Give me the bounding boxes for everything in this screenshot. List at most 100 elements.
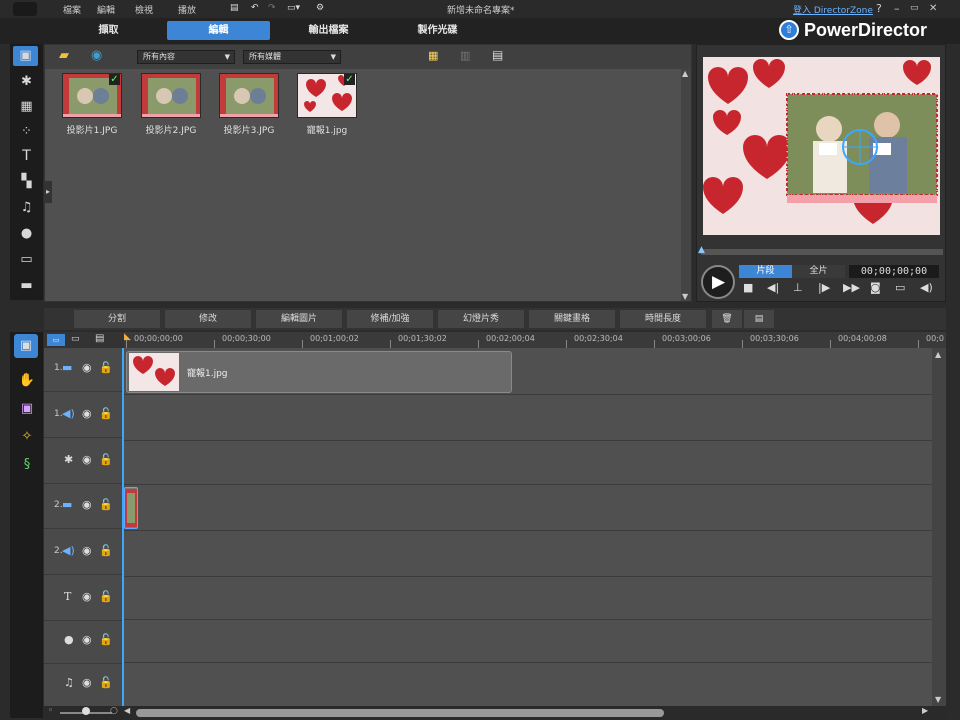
display-mode-icon[interactable]: ▭ <box>895 281 905 294</box>
split-button[interactable]: 分割 <box>74 310 160 328</box>
fix-enhance-button[interactable]: 修補/加強 <box>347 310 433 328</box>
media-thumbnail[interactable] <box>219 73 279 118</box>
menu-view[interactable]: 檢視 <box>135 3 153 16</box>
tab-edit[interactable]: 編輯 <box>167 21 270 40</box>
restore-button[interactable]: ▭ <box>910 3 919 13</box>
volume-icon[interactable]: ◀) <box>920 281 933 294</box>
voice-over-room-icon[interactable]: ● <box>16 226 37 242</box>
track-lane-audio-2[interactable] <box>124 531 932 577</box>
timeline-view-icon[interactable]: ▭ <box>47 334 65 346</box>
track-lane-music[interactable] <box>124 663 932 706</box>
magic-wand-icon[interactable]: ✧ <box>17 428 37 446</box>
media-thumbnail[interactable]: ✓ <box>62 73 122 118</box>
modify-button[interactable]: 修改 <box>165 310 251 328</box>
pip-designer-icon[interactable]: ▣ <box>17 400 37 418</box>
transition-room-icon[interactable]: ▚ <box>16 174 37 190</box>
eye-visibility-icon[interactable]: ◉ <box>82 361 92 374</box>
keyframe-button[interactable]: 關鍵畫格 <box>529 310 615 328</box>
zoom-in-icon[interactable]: ○ <box>110 706 118 716</box>
more-tools-icon[interactable]: ▤ <box>744 310 774 328</box>
timeline-ruler[interactable]: ◣ 00;00;00;00 00;00;30;00 00;01;00;02 00;01… <box>124 332 946 348</box>
content-filter-dropdown[interactable]: 所有內容 ▼ <box>137 50 235 64</box>
media-filter-dropdown[interactable]: 所有媒體 ▼ <box>243 50 341 64</box>
help-button[interactable]: ? <box>876 2 882 15</box>
duration-button[interactable]: 時間長度 <box>620 310 706 328</box>
timeline-clip[interactable]: 寵報1.jpg <box>126 351 512 393</box>
stop-icon[interactable]: ■ <box>743 281 753 294</box>
eye-visibility-icon[interactable]: ◉ <box>82 407 92 420</box>
scene-detect-icon[interactable]: ▥ <box>460 49 470 62</box>
directorzone-login-link[interactable]: 登入 DirectorZone <box>793 3 873 16</box>
timeline-mode-icon[interactable]: ▣ <box>14 334 38 358</box>
redo-icon[interactable]: ↷ <box>268 3 276 13</box>
lock-icon[interactable]: 🔓 <box>99 453 113 466</box>
next-frame-icon[interactable]: |▶ <box>818 281 830 294</box>
track-manager-icon[interactable]: ▤ <box>95 333 104 344</box>
split-marker-icon[interactable]: ⊥ <box>793 281 803 294</box>
eye-visibility-icon[interactable]: ◉ <box>82 633 92 646</box>
track-lane-title[interactable] <box>124 577 932 620</box>
lock-icon[interactable]: 🔓 <box>99 361 113 374</box>
scroll-right-icon[interactable]: ▶ <box>922 706 928 715</box>
eye-visibility-icon[interactable]: ◉ <box>82 590 92 603</box>
media-thumbnail[interactable] <box>141 73 201 118</box>
undo-icon[interactable]: ↶ <box>251 3 259 13</box>
playhead-line[interactable] <box>122 348 124 706</box>
zoom-out-icon[interactable]: ◦ <box>48 706 53 716</box>
menu-edit[interactable]: 編輯 <box>97 3 115 16</box>
eye-visibility-icon[interactable]: ◉ <box>82 544 92 557</box>
pip-objects-room-icon[interactable]: ▦ <box>16 99 37 115</box>
previous-frame-icon[interactable]: ◀| <box>767 281 779 294</box>
subtitle-room-icon[interactable]: ▬ <box>16 278 37 294</box>
lock-icon[interactable]: 🔓 <box>99 544 113 557</box>
eye-visibility-icon[interactable]: ◉ <box>82 453 92 466</box>
play-button[interactable]: ▶ <box>701 265 735 299</box>
track-lane-video-2[interactable] <box>124 485 932 531</box>
minimize-button[interactable]: – <box>894 2 900 15</box>
timecode-display[interactable]: 00;00;00;00 <box>849 265 939 278</box>
scroll-down-icon[interactable]: ▼ <box>682 292 688 301</box>
chapter-room-icon[interactable]: ▭ <box>16 252 37 268</box>
edit-image-button[interactable]: 編輯圖片 <box>256 310 342 328</box>
scroll-up-icon[interactable]: ▲ <box>935 350 941 359</box>
collapse-rail-handle[interactable]: ▸ <box>44 181 52 203</box>
trash-icon[interactable]: 🗑 <box>712 310 742 328</box>
scroll-up-icon[interactable]: ▲ <box>682 69 688 78</box>
menu-play[interactable]: 播放 <box>178 3 196 16</box>
zoom-slider-thumb[interactable] <box>82 707 90 715</box>
save-icon[interactable]: ▤ <box>230 3 239 13</box>
scroll-left-icon[interactable]: ◀ <box>124 706 130 715</box>
title-room-icon[interactable]: T <box>16 148 37 164</box>
settings-gear-icon[interactable]: ⚙ <box>316 3 324 13</box>
lock-icon[interactable]: 🔓 <box>99 498 113 511</box>
track-lane-voice[interactable] <box>124 620 932 663</box>
menu-file[interactable]: 檔案 <box>63 3 81 16</box>
timeline-scrollbar[interactable]: ▲ ▼ <box>932 348 946 706</box>
tab-produce[interactable]: 輸出檔案 <box>277 21 380 40</box>
lock-icon[interactable]: 🔓 <box>99 590 113 603</box>
lock-icon[interactable]: 🔓 <box>99 633 113 646</box>
magic-music-icon[interactable]: § <box>17 456 37 474</box>
seek-thumb-icon[interactable]: ▲ <box>698 245 705 255</box>
effects-room-icon[interactable]: ✱ <box>16 74 37 90</box>
lock-icon[interactable]: 🔓 <box>99 407 113 420</box>
eye-visibility-icon[interactable]: ◉ <box>82 498 92 511</box>
aspect-ratio-icon[interactable]: ▭▾ <box>287 3 300 13</box>
fast-forward-icon[interactable]: ▶▶ <box>843 281 860 294</box>
track-lane-video-1[interactable]: 寵報1.jpg <box>124 348 932 395</box>
hand-tool-icon[interactable]: ✋ <box>17 372 37 390</box>
import-folder-icon[interactable]: ▰ <box>59 48 69 63</box>
audio-mixing-room-icon[interactable]: ♫ <box>16 200 37 216</box>
download-media-icon[interactable]: ◉ <box>91 48 102 63</box>
storyboard-view-icon[interactable]: ▭ <box>71 334 80 344</box>
library-scrollbar[interactable]: ▲ ▼ <box>681 69 691 301</box>
add-to-timeline-icon[interactable]: ▤ <box>492 48 503 62</box>
preview-seek-bar[interactable]: ▲ <box>698 245 943 255</box>
track-lane-effect[interactable] <box>124 441 932 485</box>
clip-mode-toggle[interactable]: 片段 <box>739 265 792 278</box>
timeline-clip[interactable] <box>124 487 138 529</box>
particle-room-icon[interactable]: ⁘ <box>16 124 37 140</box>
lock-icon[interactable]: 🔓 <box>99 676 113 689</box>
media-thumbnail[interactable]: ✓ <box>297 73 357 118</box>
close-button[interactable]: ✕ <box>929 3 937 14</box>
